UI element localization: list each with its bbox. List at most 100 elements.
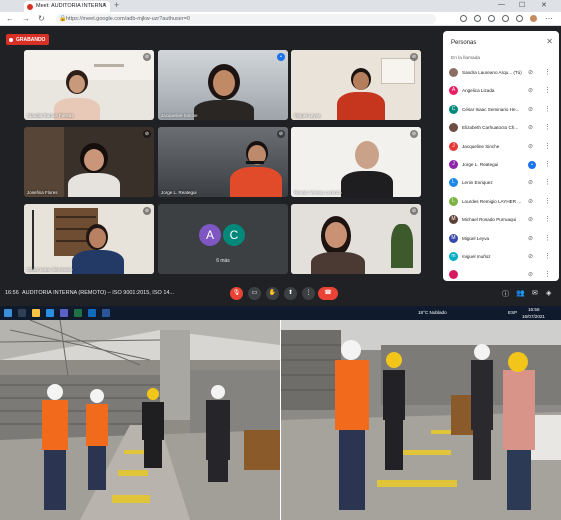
url-bar[interactable]: 🔒 https://meet.google.com/adb-mjkw-uzr?a… [56,14,436,24]
raise-hand-button[interactable]: ✋ [266,287,279,300]
forward-icon[interactable]: → [22,14,30,23]
participant-more-icon[interactable]: ⋮ [544,215,551,223]
new-tab-button[interactable]: + [114,0,119,10]
tab-meet[interactable]: Meet: AUDITORIA INTERNA ✕ [24,1,110,12]
video-tile[interactable]: ⊘ Jorge L. Reategui [158,127,288,197]
teams-icon[interactable] [60,309,68,317]
favorites-icon[interactable] [516,15,523,22]
video-tile[interactable]: ⊘ [291,204,421,274]
weather-widget[interactable]: 18°C Nublado [418,310,447,315]
more-options-button[interactable]: ⋮ [302,287,315,300]
present-button[interactable]: ⬆ [284,287,297,300]
back-icon[interactable]: ← [6,14,14,23]
participant-label: Renato Vereau Lorenzo [294,190,342,195]
participant-row[interactable]: J Jacqueline Sinche ⊘ ⋮ [443,138,559,156]
mic-muted-icon: ⊘ [143,53,151,61]
site-photo-left [0,320,280,520]
star-icon[interactable] [474,15,481,22]
taskbar-date[interactable]: 16/07/2021 [522,314,545,319]
in-call-section-label: En la llamada [451,56,481,61]
file-explorer-icon[interactable] [32,309,40,317]
participant-more-icon[interactable]: ⋮ [544,123,551,131]
word-icon[interactable] [102,309,110,317]
maximize-button[interactable]: ☐ [519,1,525,9]
mic-muted-icon: ⊘ [528,235,534,242]
outlook-icon[interactable] [88,309,96,317]
reload-icon[interactable]: ↻ [38,14,45,23]
activities-icon[interactable]: ◈ [546,289,551,297]
edge-icon[interactable] [46,309,54,317]
participant-row[interactable]: ⊘ ⋮ [443,266,559,284]
participant-avatar [449,123,458,133]
people-icon[interactable]: 👥 [516,289,525,297]
more-menu-icon[interactable]: ⋯ [545,14,553,23]
panel-close-icon[interactable]: ✕ [546,37,553,46]
screenshot-root: Meet: AUDITORIA INTERNA ✕ + — ☐ ✕ ← → ↻ … [0,0,561,520]
input-language[interactable]: ESP [508,310,517,315]
participant-name: miguel muñoz [462,254,491,259]
participant-more-icon[interactable]: ⋮ [544,178,551,186]
video-tile[interactable]: ⊘ Claudia Ramos Fiestas [24,50,154,120]
participant-more-icon[interactable]: ⋮ [544,105,551,113]
extension-icon[interactable] [488,15,495,22]
participant-row[interactable]: M Michael Rosado Purruaqui ⊘ ⋮ [443,211,559,229]
others-tile[interactable]: A C 6 más [158,204,288,274]
address-toolbar: ← → ↻ 🔒 https://meet.google.com/adb-mjkw… [0,12,561,26]
participant-more-icon[interactable]: ⋮ [544,270,551,278]
mic-muted-icon: ⊘ [528,198,534,205]
tab-close-icon[interactable]: ✕ [102,2,107,9]
profile-avatar[interactable] [530,15,537,22]
participant-avatar: L [449,196,458,206]
close-window-button[interactable]: ✕ [541,1,547,9]
participant-row[interactable]: L Lourdes Remigio LAYHER ... ⊘ ⋮ [443,193,559,211]
taskbar-time[interactable]: 16:56 [528,307,540,312]
mic-muted-icon: ⊘ [143,207,151,215]
mic-muted-icon: ⊘ [528,272,534,279]
participant-row[interactable]: Sandra Laureano Arqu... (Tú) ⊘ ⋮ [443,64,559,82]
others-count: 6 más [216,258,230,264]
participant-row[interactable]: A Angelica Lizada ⊘ ⋮ [443,82,559,100]
participant-more-icon[interactable]: ⋮ [544,86,551,94]
participant-row[interactable]: C César Isaac Seminario He... ⊘ ⋮ [443,101,559,119]
participant-row[interactable]: M Miguel Leyva ⊘ ⋮ [443,230,559,248]
recording-badge: GRABANDO [6,34,50,45]
video-tile[interactable]: ⊘ Miguel Leyva [291,50,421,120]
participant-more-icon[interactable]: ⋮ [544,142,551,150]
participant-more-icon[interactable]: ⋮ [544,160,551,168]
leave-call-button[interactable]: ☎ [318,287,338,300]
participant-more-icon[interactable]: ⋮ [544,234,551,242]
participant-row[interactable]: J Jorge L. Reategui • ⋮ [443,156,559,174]
meeting-time: 16:56 [5,290,19,296]
participant-row[interactable]: L Lenin Enriquez ⊘ ⋮ [443,174,559,192]
participant-more-icon[interactable]: ⋮ [544,68,551,76]
tab-bar: Meet: AUDITORIA INTERNA ✕ + — ☐ ✕ [0,0,561,12]
minimize-button[interactable]: — [498,1,505,8]
video-tile[interactable]: ⊘ Josefina Flores [24,127,154,197]
participant-row[interactable]: m miguel muñoz ⊘ ⋮ [443,248,559,266]
collections-icon[interactable] [502,15,509,22]
search-icon[interactable] [18,309,26,317]
info-icon[interactable]: ⓘ [502,289,509,299]
participant-label: Jorge L. Reategui [161,190,197,195]
mic-muted-icon: ⊘ [528,180,534,187]
camera-toggle-button[interactable]: ▭ [248,287,261,300]
participant-more-icon[interactable]: ⋮ [544,197,551,205]
participant-avatar: C [449,104,458,114]
participant-more-icon[interactable]: ⋮ [544,252,551,260]
participant-name: Sandra Laureano Arqu... (Tú) [462,70,522,75]
video-tile[interactable]: ⊘ César Isaac Seminario [24,204,154,274]
windows-taskbar: 18°C Nublado ESP 16:56 16/07/2021 [0,306,561,320]
participant-avatar: J [449,141,458,151]
chat-icon[interactable]: ✉ [532,289,538,297]
start-icon[interactable] [4,309,12,317]
meeting-title: AUDITORIA INTERNA (REMOTO) – ISO 9001:20… [22,290,175,296]
camera-permission-icon[interactable] [460,15,467,22]
participant-row[interactable]: Elizabeth Carhuatocto Ch... ⊘ ⋮ [443,119,559,137]
excel-icon[interactable] [74,309,82,317]
video-tile[interactable]: ⊘ Renato Vereau Lorenzo [291,127,421,197]
mic-muted-icon: ⊘ [528,254,534,260]
participant-label: Josefina Flores [27,190,58,195]
video-tile[interactable]: • Jacqueline Sinche [158,50,288,120]
participant-name: Jorge L. Reategui [462,162,499,167]
mic-toggle-button[interactable]: 🎙 [230,287,243,300]
